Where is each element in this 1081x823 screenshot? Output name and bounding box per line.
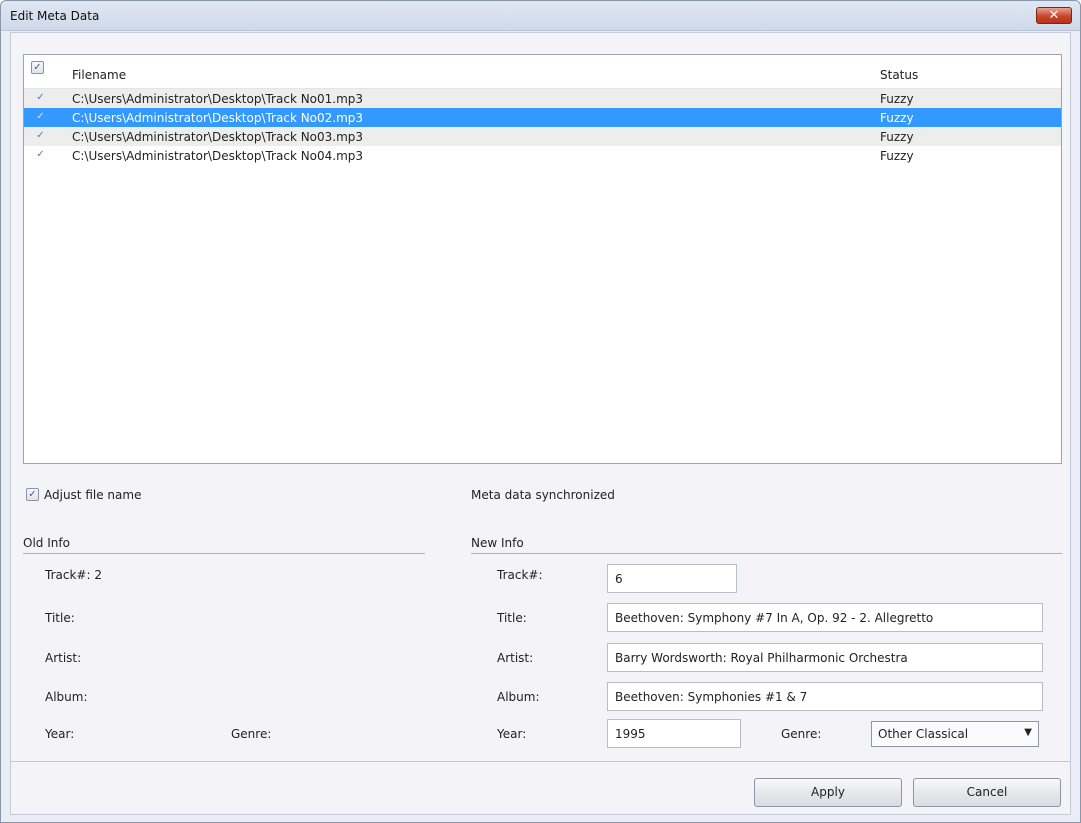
column-header-filename[interactable]: Filename xyxy=(72,68,126,82)
row-checkbox[interactable]: ✓ xyxy=(34,149,47,162)
row-status: Fuzzy xyxy=(880,92,914,106)
row-checkbox[interactable]: ✓ xyxy=(34,111,47,124)
old-info-heading: Old Info xyxy=(23,536,70,550)
cancel-button[interactable]: Cancel xyxy=(913,778,1061,807)
check-icon: ✓ xyxy=(36,92,45,103)
row-filename: C:\Users\Administrator\Desktop\Track No0… xyxy=(72,130,364,144)
close-icon: ✕ xyxy=(1048,8,1060,23)
old-artist-label: Artist: xyxy=(45,651,82,665)
file-list[interactable]: ✓ Filename Status ✓ C:\Users\Administrat… xyxy=(23,54,1062,464)
genre-select[interactable]: Other Classical ▼ xyxy=(871,721,1039,747)
row-status: Fuzzy xyxy=(880,111,914,125)
adjust-file-name-label[interactable]: Adjust file name xyxy=(44,488,141,502)
new-genre-label: Genre: xyxy=(781,727,822,741)
genre-selected-value: Other Classical xyxy=(878,727,969,741)
check-icon: ✓ xyxy=(36,130,45,141)
row-filename: C:\Users\Administrator\Desktop\Track No0… xyxy=(72,111,364,125)
album-input[interactable] xyxy=(607,682,1043,711)
apply-button[interactable]: Apply xyxy=(754,778,902,807)
check-icon: ✓ xyxy=(36,111,45,122)
row-status: Fuzzy xyxy=(880,130,914,144)
check-icon: ✓ xyxy=(28,489,37,500)
row-checkbox[interactable]: ✓ xyxy=(34,130,47,143)
dropdown-arrow-icon: ▼ xyxy=(1024,727,1032,738)
new-artist-label: Artist: xyxy=(497,651,534,665)
close-button[interactable]: ✕ xyxy=(1036,7,1072,24)
select-all-checkbox[interactable]: ✓ xyxy=(31,61,44,74)
track-number-input[interactable] xyxy=(607,564,737,593)
new-track-label: Track#: xyxy=(497,568,543,582)
check-icon: ✓ xyxy=(36,149,45,160)
old-info-divider xyxy=(23,553,425,554)
new-title-label: Title: xyxy=(497,611,527,625)
table-row[interactable]: ✓ C:\Users\Administrator\Desktop\Track N… xyxy=(24,108,1061,127)
check-icon: ✓ xyxy=(33,62,42,73)
old-genre-label: Genre: xyxy=(231,727,272,741)
row-filename: C:\Users\Administrator\Desktop\Track No0… xyxy=(72,92,364,106)
new-info-divider xyxy=(471,553,1062,554)
adjust-file-name-checkbox[interactable]: ✓ xyxy=(26,488,39,501)
table-row[interactable]: ✓ C:\Users\Administrator\Desktop\Track N… xyxy=(24,146,1061,165)
title-bar: Edit Meta Data ✕ xyxy=(1,1,1080,31)
row-checkbox[interactable]: ✓ xyxy=(34,92,47,105)
dialog-body: ✓ Filename Status ✓ C:\Users\Administrat… xyxy=(10,32,1071,815)
sync-status-text: Meta data synchronized xyxy=(471,488,615,502)
artist-input[interactable] xyxy=(607,643,1043,672)
new-year-label: Year: xyxy=(497,727,527,741)
old-year-label: Year: xyxy=(45,727,75,741)
new-info-heading: New Info xyxy=(471,536,524,550)
edit-meta-data-dialog: Edit Meta Data ✕ ✓ Filename Status ✓ C:\… xyxy=(0,0,1081,823)
list-header: ✓ Filename Status xyxy=(24,55,1061,89)
table-row[interactable]: ✓ C:\Users\Administrator\Desktop\Track N… xyxy=(24,89,1061,108)
old-album-label: Album: xyxy=(45,690,88,704)
window-title: Edit Meta Data xyxy=(10,9,100,23)
new-album-label: Album: xyxy=(497,690,540,704)
row-status: Fuzzy xyxy=(880,149,914,163)
title-input[interactable] xyxy=(607,603,1043,632)
table-row[interactable]: ✓ C:\Users\Administrator\Desktop\Track N… xyxy=(24,127,1061,146)
year-input[interactable] xyxy=(607,719,741,748)
row-filename: C:\Users\Administrator\Desktop\Track No0… xyxy=(72,149,364,163)
column-header-status[interactable]: Status xyxy=(880,68,918,82)
file-rows: ✓ C:\Users\Administrator\Desktop\Track N… xyxy=(24,89,1061,165)
footer-divider xyxy=(11,761,1070,762)
old-title-label: Title: xyxy=(45,611,75,625)
old-track-label: Track#: 2 xyxy=(45,568,102,582)
